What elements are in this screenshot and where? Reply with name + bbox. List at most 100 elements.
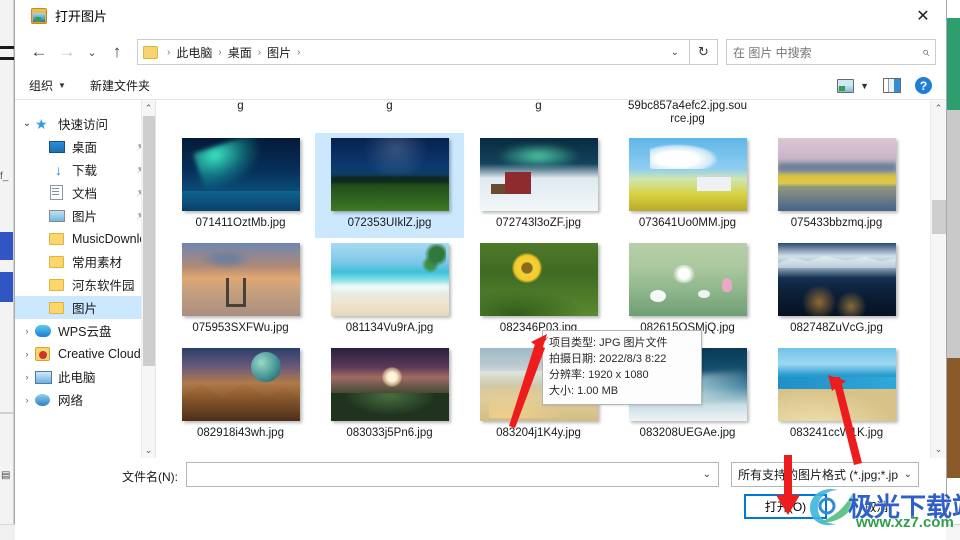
folder-icon [49, 254, 68, 270]
file-thumbnail[interactable] [330, 243, 449, 316]
partial-file-label-2: g [464, 100, 613, 133]
breadcrumb-separator-1: › [218, 46, 222, 58]
filelist-scroll-up-icon[interactable]: ⌃ [931, 100, 946, 117]
refresh-button[interactable]: ↻ [690, 39, 718, 65]
file-item[interactable]: 073641Uo0MM.jpg [613, 133, 762, 238]
file-item[interactable]: 082918i43wh.jpg [166, 343, 315, 448]
filename-input[interactable]: ⌄ [186, 462, 719, 487]
sidebar-item-4[interactable]: 图片📌 [15, 204, 155, 227]
new-folder-button[interactable]: 新建文件夹 [90, 77, 150, 94]
partial-file-row: g g g 59bc857a4efc2.jpg.sou rce.jpg [156, 100, 930, 133]
file-item[interactable]: 071411OztMb.jpg [166, 133, 315, 238]
file-grid-row: 071411OztMb.jpg 072353UIklZ.jpg 072743l3oZ… [166, 133, 930, 238]
help-icon[interactable]: ? [915, 77, 932, 94]
search-icon: ⌕ [921, 44, 929, 59]
file-name-label: 075953SXFWu.jpg [192, 322, 289, 334]
file-thumbnail[interactable] [777, 348, 896, 421]
new-folder-label: 新建文件夹 [89, 79, 150, 93]
window-title: 打开图片 [55, 9, 108, 24]
address-bar[interactable]: › 此电脑 › 桌面 › 图片 › ⌄ [137, 39, 690, 65]
folder-icon [49, 300, 68, 316]
sidebar-item-3[interactable]: 文档📌 [15, 181, 155, 204]
file-item[interactable]: 082346P03.jpg [464, 238, 613, 343]
filetype-select[interactable]: 所有支持的图片格式 (*.jpg;*.jp ⌄ [731, 462, 919, 487]
file-thumbnail[interactable] [330, 348, 449, 421]
sidebar-item-7[interactable]: 河东软件园 [15, 273, 155, 296]
organize-menu[interactable]: 组织 ▼ [29, 77, 66, 94]
chevron-down-icon[interactable]: ⌄ [19, 118, 35, 129]
file-thumbnail[interactable] [777, 138, 896, 211]
this-pc-icon [35, 369, 54, 385]
file-thumbnail[interactable] [181, 138, 300, 211]
file-thumbnail[interactable] [181, 243, 300, 316]
sidebar-scroll-down-icon[interactable]: ⌄ [142, 442, 155, 458]
file-info-tooltip: 项目类型: JPG 图片文件 拍摄日期: 2022/8/3 8:22 分辨率: 19… [542, 330, 702, 405]
file-item[interactable]: 072743l3oZF.jpg [464, 133, 613, 238]
sidebar-item-8[interactable]: 图片 [15, 296, 155, 319]
forward-button[interactable]: → [53, 38, 81, 66]
sidebar-item-6[interactable]: 常用素材 [15, 250, 155, 273]
tooltip-line-3: 大小: 1.00 MB [549, 385, 619, 397]
file-item[interactable]: 075953SXFWu.jpg [166, 238, 315, 343]
search-input[interactable]: 在 图片 中搜索 [733, 44, 922, 61]
file-item[interactable]: 072353UIklZ.jpg [315, 133, 464, 238]
breadcrumb-item-0[interactable]: 此电脑 [175, 44, 213, 61]
file-thumbnail[interactable] [479, 138, 598, 211]
chevron-right-icon[interactable]: › [19, 395, 35, 405]
file-thumbnail[interactable] [330, 138, 449, 211]
file-thumbnail[interactable] [628, 138, 747, 211]
file-thumbnail[interactable] [181, 348, 300, 421]
file-item[interactable]: 083033j5Pn6.jpg [315, 343, 464, 448]
sidebar-scrollbar[interactable]: ⌃ ⌄ [141, 100, 155, 458]
file-item[interactable]: 083241ccW1K.jpg [762, 343, 911, 448]
partial-file-label-line1: g [237, 100, 244, 112]
search-box[interactable]: 在 图片 中搜索 ⌕ [726, 39, 936, 65]
sidebar-item-12[interactable]: › 网络 [15, 388, 155, 411]
chevron-right-icon[interactable]: › [19, 372, 35, 382]
file-item[interactable]: 081134Vu9rA.jpg [315, 238, 464, 343]
file-thumbnail[interactable] [479, 243, 598, 316]
open-button[interactable]: 打开(O) [744, 494, 827, 519]
chevron-right-icon[interactable]: › [19, 349, 35, 359]
breadcrumb-separator-3: › [297, 46, 301, 58]
creative-cloud-icon [35, 346, 54, 362]
sidebar-item-11[interactable]: › 此电脑 [15, 365, 155, 388]
filelist-scroll-down-icon[interactable]: ⌄ [931, 441, 946, 458]
sidebar-item-9[interactable]: › WPS云盘 [15, 319, 155, 342]
file-item[interactable]: 075433bbzmq.jpg [762, 133, 911, 238]
file-name-label: 072743l3oZF.jpg [495, 217, 582, 229]
sidebar-item-10[interactable]: › Creative Cloud Fi [15, 342, 155, 365]
file-thumbnail[interactable] [628, 243, 747, 316]
sidebar-item-5[interactable]: MusicDownload [15, 227, 155, 250]
breadcrumb-item-2[interactable]: 图片 [266, 44, 292, 61]
sidebar-item-2[interactable]: ↓下载📌 [15, 158, 155, 181]
sidebar-item-0[interactable]: ⌄ ★ 快速访问 [15, 112, 155, 135]
view-chevron-down-icon[interactable]: ▼ [860, 81, 869, 91]
filelist-scroll-thumb[interactable] [932, 200, 946, 234]
up-button[interactable]: ↑ [103, 38, 131, 66]
back-button[interactable]: ← [25, 38, 53, 66]
recent-locations-button[interactable]: ⌄ [81, 38, 103, 66]
file-list-scrollbar[interactable]: ⌃ ⌄ [930, 100, 946, 458]
filename-dropdown-icon[interactable]: ⌄ [703, 469, 718, 480]
cancel-button[interactable]: 取消 [835, 494, 918, 519]
file-grid-row: 075953SXFWu.jpg 081134Vu9rA.jpg 082346P03.… [166, 238, 930, 343]
title-bar: 打开图片 ✕ [15, 0, 946, 32]
breadcrumb-item-1[interactable]: 桌面 [227, 44, 253, 61]
sidebar-item-1[interactable]: 桌面📌 [15, 135, 155, 158]
chevron-right-icon[interactable]: › [19, 326, 35, 336]
sidebar-scroll-thumb[interactable] [143, 116, 155, 366]
preview-pane-icon[interactable] [883, 78, 901, 93]
file-item[interactable]: 082615QSMjQ.jpg [613, 238, 762, 343]
sidebar-scroll-up-icon[interactable]: ⌃ [142, 100, 155, 116]
filetype-dropdown-icon[interactable]: ⌄ [904, 469, 918, 480]
close-icon[interactable]: ✕ [900, 0, 946, 31]
file-thumbnail[interactable] [777, 243, 896, 316]
view-layout-icon[interactable] [837, 78, 855, 93]
file-name-label: 082748ZuVcG.jpg [790, 322, 883, 334]
address-dropdown-icon[interactable]: ⌄ [663, 47, 687, 58]
file-name-label: 083208UEGAe.jpg [639, 427, 736, 439]
background-right-white-block [947, 478, 960, 498]
star-icon: ★ [35, 115, 48, 132]
file-item[interactable]: 082748ZuVcG.jpg [762, 238, 911, 343]
